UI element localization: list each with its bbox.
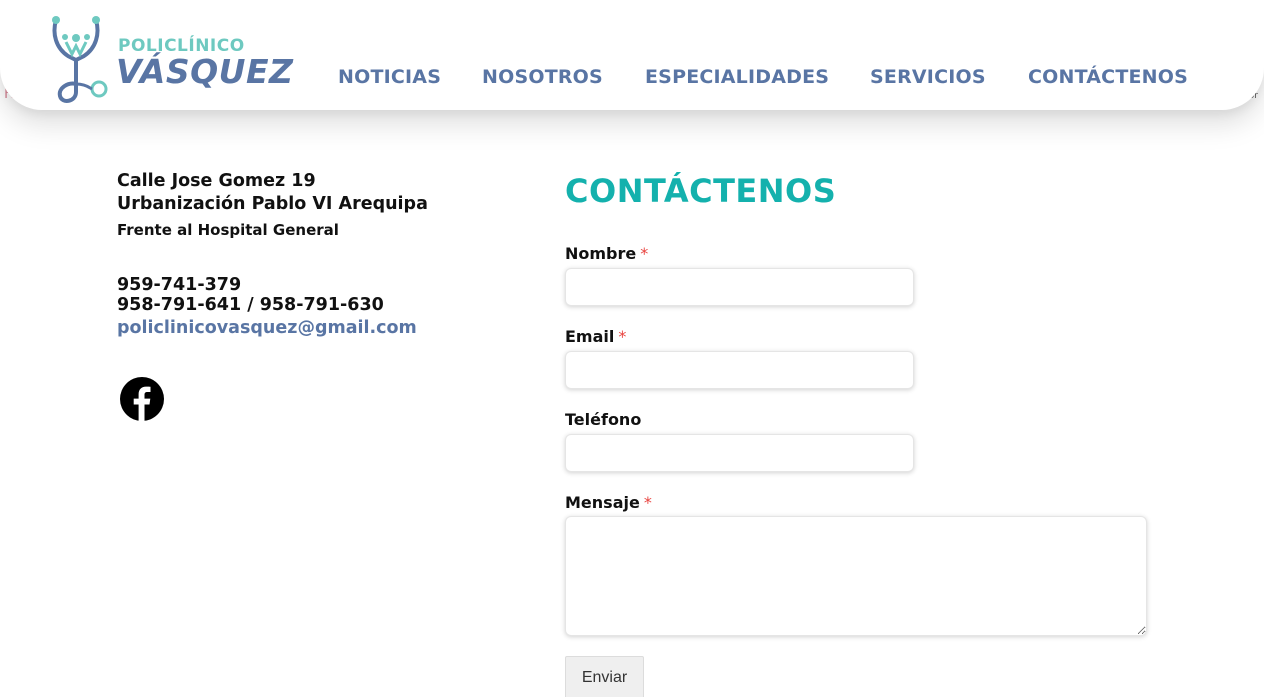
contact-info: Calle Jose Gomez 19 Urbanización Pablo V… <box>117 170 537 340</box>
email-link[interactable]: policlinicovasquez@gmail.com <box>117 316 537 340</box>
required-marker: * <box>618 327 627 346</box>
telefono-label: Teléfono <box>565 410 642 429</box>
phone-secondary: 958-791-641 / 958-791-630 <box>117 295 384 315</box>
required-marker: * <box>643 493 652 512</box>
email-input[interactable] <box>565 351 914 389</box>
phone-primary: 959-741-379 <box>117 275 242 295</box>
nav-item-contactenos[interactable]: CONTÁCTENOS <box>1028 66 1188 88</box>
logo[interactable]: POLICLÍNICO VÁSQUEZ <box>46 12 293 108</box>
address-line2: Urbanización Pablo VI Arequipa <box>117 194 428 214</box>
nav-item-servicios[interactable]: SERVICIOS <box>870 66 986 88</box>
nav-item-noticias[interactable]: NOTICIAS <box>338 66 441 88</box>
mensaje-label: Mensaje * <box>565 493 652 512</box>
required-marker: * <box>640 244 649 263</box>
telefono-input[interactable] <box>565 434 914 472</box>
logo-main-text: VÁSQUEZ <box>116 52 294 91</box>
submit-button[interactable]: Enviar <box>565 656 644 697</box>
email-label: Email * <box>565 327 627 346</box>
mensaje-textarea[interactable] <box>565 516 1147 636</box>
nombre-label: Nombre * <box>565 244 649 263</box>
nombre-input[interactable] <box>565 268 914 306</box>
stethoscope-logo-icon <box>52 16 108 103</box>
address-line3: Frente al Hospital General <box>117 221 339 239</box>
facebook-icon <box>120 377 164 421</box>
form-title: CONTÁCTENOS <box>565 172 837 210</box>
site-header: POLICLÍNICO VÁSQUEZ NOTICIAS NOSOTROS ES… <box>0 0 1264 110</box>
facebook-link[interactable] <box>119 376 165 422</box>
nav-item-nosotros[interactable]: NOSOTROS <box>482 66 603 88</box>
nav-item-especialidades[interactable]: ESPECIALIDADES <box>645 66 829 88</box>
address-line1: Calle Jose Gomez 19 <box>117 171 316 191</box>
